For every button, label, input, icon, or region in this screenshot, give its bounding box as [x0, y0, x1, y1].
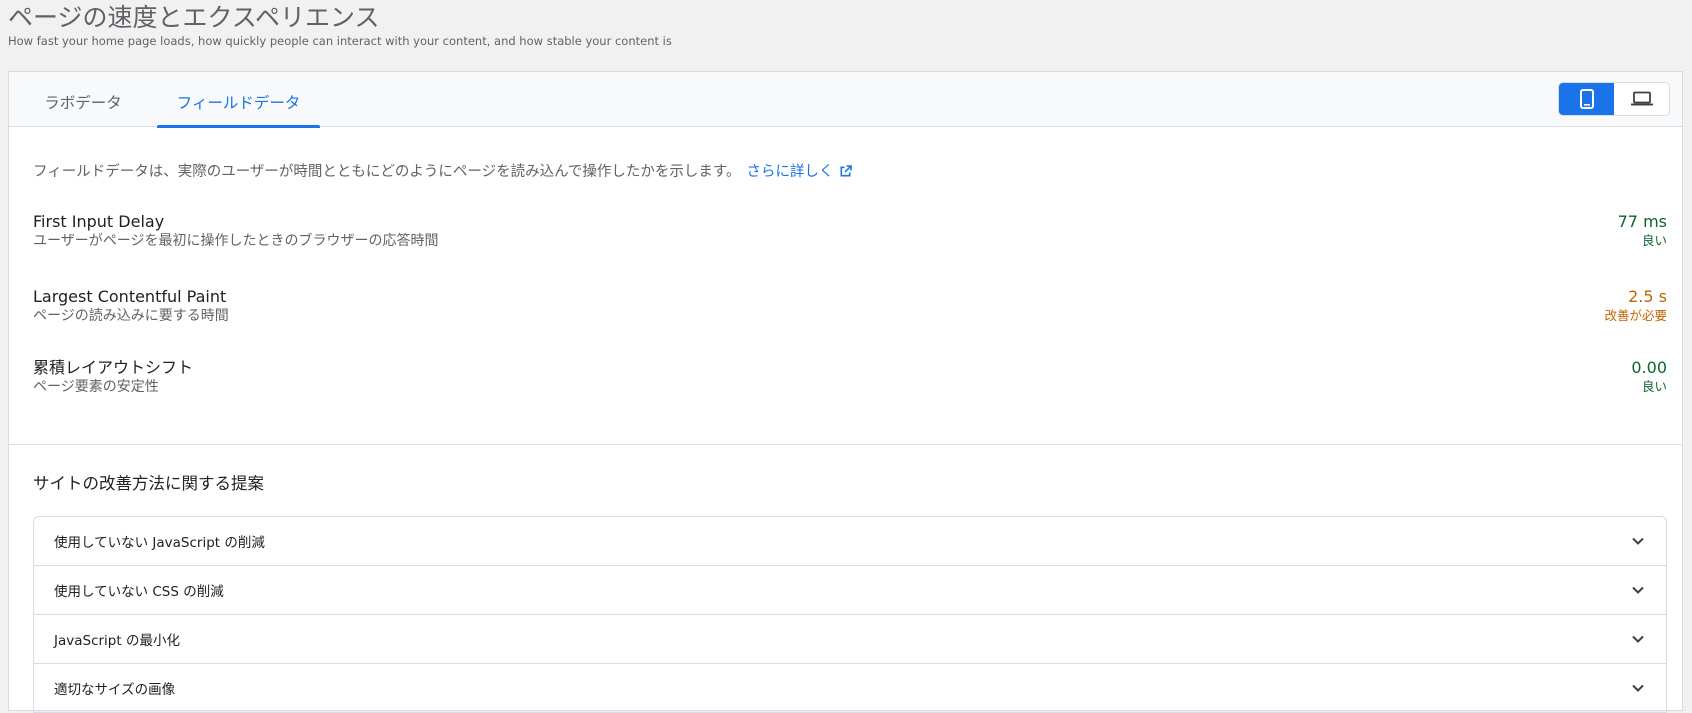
field-data-intro: フィールドデータは、実際のユーザーが時間とともにどのようにページを読み込んで操作…: [33, 160, 853, 181]
chevron-down-icon: [1632, 635, 1644, 643]
section-divider: [9, 444, 1682, 445]
chevron-down-icon: [1632, 684, 1644, 692]
suggestion-item[interactable]: 適切なサイズの画像: [34, 664, 1666, 713]
metric-rating: 改善が必要: [1604, 308, 1667, 323]
tab-lab-data[interactable]: ラボデータ: [9, 72, 157, 127]
suggestion-label: 使用していない CSS の削減: [54, 584, 224, 600]
desktop-button[interactable]: [1614, 83, 1669, 115]
metric-value-number: 2.5 s: [1628, 287, 1667, 306]
metric-name: First Input Delay: [33, 212, 165, 231]
metric-name: Largest Contentful Paint: [33, 287, 227, 306]
suggestion-label: 適切なサイズの画像: [54, 682, 176, 698]
metric-rating: 良い: [1641, 233, 1667, 248]
metric-value: 0.00 良い: [1631, 358, 1667, 396]
page-header: ページの速度とエクスペリエンス How fast your home page …: [8, 0, 1678, 48]
device-toggle: [1558, 82, 1670, 116]
tab-field-data[interactable]: フィールドデータ: [157, 72, 320, 128]
metric-value: 2.5 s 改善が必要: [1604, 287, 1667, 325]
suggestion-label: JavaScript の最小化: [54, 633, 180, 649]
chevron-down-icon: [1632, 586, 1644, 594]
metric-cls: 累積レイアウトシフト ページ要素の安定性 0.00 良い: [33, 358, 1667, 406]
external-link-icon[interactable]: [839, 164, 853, 178]
page-subtitle: How fast your home page loads, how quick…: [8, 34, 672, 48]
phone-icon: [1579, 89, 1594, 109]
laptop-icon: [1630, 91, 1653, 106]
metric-value-number: 77 ms: [1617, 212, 1667, 231]
metric-name: 累積レイアウトシフト: [33, 358, 194, 377]
suggestion-label: 使用していない JavaScript の削減: [54, 535, 265, 551]
suggestion-item[interactable]: 使用していない CSS の削減: [34, 566, 1666, 615]
chevron-down-icon: [1632, 537, 1644, 545]
suggestions-list: 使用していない JavaScript の削減 使用していない CSS の削減 J…: [33, 516, 1667, 713]
metric-desc: ページの読み込みに要する時間: [33, 308, 229, 324]
intro-text: フィールドデータは、実際のユーザーが時間とともにどのようにページを読み込んで操作…: [33, 164, 741, 180]
page-title: ページの速度とエクスペリエンス: [8, 3, 380, 32]
tab-bar: ラボデータ フィールドデータ: [9, 72, 1682, 128]
metric-fid: First Input Delay ユーザーがページを最初に操作したときのブラウ…: [33, 212, 1667, 260]
suggestion-item[interactable]: 使用していない JavaScript の削減: [34, 517, 1666, 566]
metric-desc: ページ要素の安定性: [33, 379, 159, 395]
metric-lcp: Largest Contentful Paint ページの読み込みに要する時間 …: [33, 287, 1667, 335]
metric-value: 77 ms 良い: [1618, 212, 1667, 250]
field-data-card: ラボデータ フィールドデータ フィールドデータは、実際のユーザーが時間とともにど…: [8, 71, 1683, 713]
metric-rating: 良い: [1641, 379, 1667, 394]
suggestion-item[interactable]: JavaScript の最小化: [34, 615, 1666, 664]
suggestions-title: サイトの改善方法に関する提案: [33, 474, 264, 493]
metric-value-number: 0.00: [1631, 358, 1667, 377]
learn-more-link[interactable]: さらに詳しく: [746, 164, 833, 180]
metric-desc: ユーザーがページを最初に操作したときのブラウザーの応答時間: [33, 233, 439, 249]
mobile-button[interactable]: [1559, 83, 1614, 115]
